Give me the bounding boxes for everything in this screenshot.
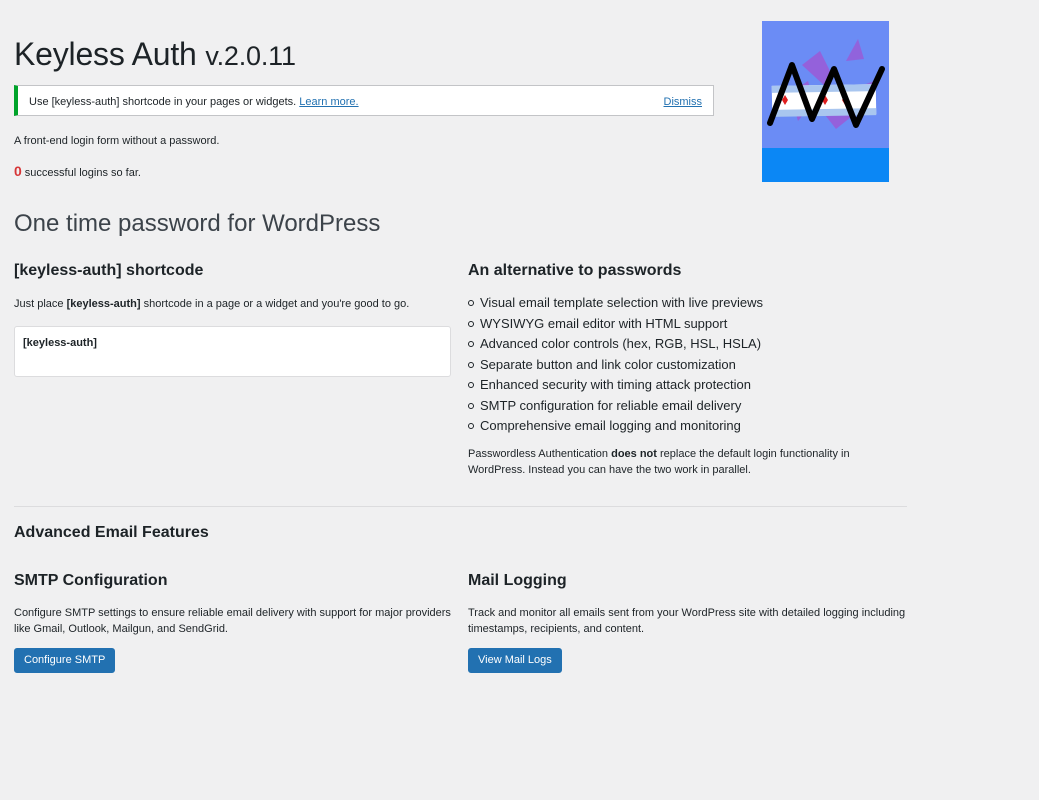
alternative-column: An alternative to passwords Visual email… xyxy=(468,262,907,476)
keyless-auth-logo-icon xyxy=(762,21,889,182)
configure-smtp-button[interactable]: Configure SMTP xyxy=(14,648,116,673)
shortcode-column: [keyless-auth] shortcode Just place [key… xyxy=(14,262,451,377)
shortcode-box[interactable]: [keyless-auth] xyxy=(14,326,451,377)
mail-logging-heading: Mail Logging xyxy=(468,572,567,589)
smtp-heading: SMTP Configuration xyxy=(14,572,168,589)
notice-text: Use [keyless-auth] shortcode in your pag… xyxy=(29,96,297,108)
advanced-title: Advanced Email Features xyxy=(14,524,209,541)
feature-item: Comprehensive email logging and monitori… xyxy=(468,416,763,437)
feature-list: Visual email template selection with liv… xyxy=(468,293,763,437)
section-divider xyxy=(14,506,907,507)
bullet-icon xyxy=(468,341,474,347)
plugin-name: Keyless Auth xyxy=(14,36,197,72)
notice-message: Use [keyless-auth] shortcode in your pag… xyxy=(29,96,359,108)
bullet-icon xyxy=(468,402,474,409)
login-counter: 0 successful logins so far. xyxy=(14,163,141,179)
feature-text: Comprehensive email logging and monitori… xyxy=(480,418,741,433)
mail-logging-description: Track and monitor all emails sent from y… xyxy=(468,607,906,635)
feature-text: SMTP configuration for reliable email de… xyxy=(480,397,742,413)
bullet-icon xyxy=(468,300,474,306)
view-mail-logs-button[interactable]: View Mail Logs xyxy=(468,648,562,673)
login-count: 0 xyxy=(14,163,22,179)
feature-text: WYSIWYG email editor with HTML support xyxy=(480,315,728,331)
plugin-tagline: A front-end login form without a passwor… xyxy=(14,135,220,147)
feature-item: WYSIWYG email editor with HTML support xyxy=(468,314,763,335)
note-text-bold: does not xyxy=(611,448,657,460)
feature-text: Separate button and link color customiza… xyxy=(480,356,736,372)
shortcode-heading: [keyless-auth] shortcode xyxy=(14,262,204,279)
shortcode-text-bold: [keyless-auth] xyxy=(66,298,141,310)
smtp-panel: SMTP Configuration Configure SMTP settin… xyxy=(14,572,451,673)
bullet-icon xyxy=(468,320,474,327)
shortcode-notice: Use [keyless-auth] shortcode in your pag… xyxy=(14,85,714,116)
learn-more-link[interactable]: Learn more. xyxy=(299,96,358,108)
note-text-before: Passwordless Authentication xyxy=(468,448,612,460)
feature-item: Advanced color controls (hex, RGB, HSL, … xyxy=(468,334,763,355)
feature-text: Advanced color controls (hex, RGB, HSL, … xyxy=(480,336,762,351)
section-title: One time password for WordPress xyxy=(14,210,381,237)
alternative-heading: An alternative to passwords xyxy=(468,262,682,279)
login-count-label: successful logins so far. xyxy=(24,167,141,179)
feature-item: Separate button and link color customiza… xyxy=(468,355,763,376)
page-title: Keyless Auth v.2.0.11 xyxy=(14,36,296,73)
shortcode-text-after: shortcode in a page or a widget and you'… xyxy=(140,298,410,310)
plugin-version: v.2.0.11 xyxy=(205,41,296,71)
shortcode-description: Just place [keyless-auth] shortcode in a… xyxy=(14,296,409,312)
parallel-note: Passwordless Authentication does not rep… xyxy=(468,446,907,478)
bullet-icon xyxy=(468,361,474,368)
feature-item: SMTP configuration for reliable email de… xyxy=(468,396,763,417)
feature-text: Enhanced security with timing attack pro… xyxy=(480,377,751,392)
feature-item: Enhanced security with timing attack pro… xyxy=(468,375,763,396)
mail-logging-panel: Mail Logging Track and monitor all email… xyxy=(468,572,907,673)
bullet-icon xyxy=(468,423,474,429)
smtp-description: Configure SMTP settings to ensure reliab… xyxy=(14,607,451,635)
bullet-icon xyxy=(468,382,474,388)
shortcode-text-before: Just place xyxy=(14,298,67,310)
feature-item: Visual email template selection with liv… xyxy=(468,293,763,314)
feature-text: Visual email template selection with liv… xyxy=(480,295,763,310)
dismiss-link[interactable]: Dismiss xyxy=(664,96,703,108)
